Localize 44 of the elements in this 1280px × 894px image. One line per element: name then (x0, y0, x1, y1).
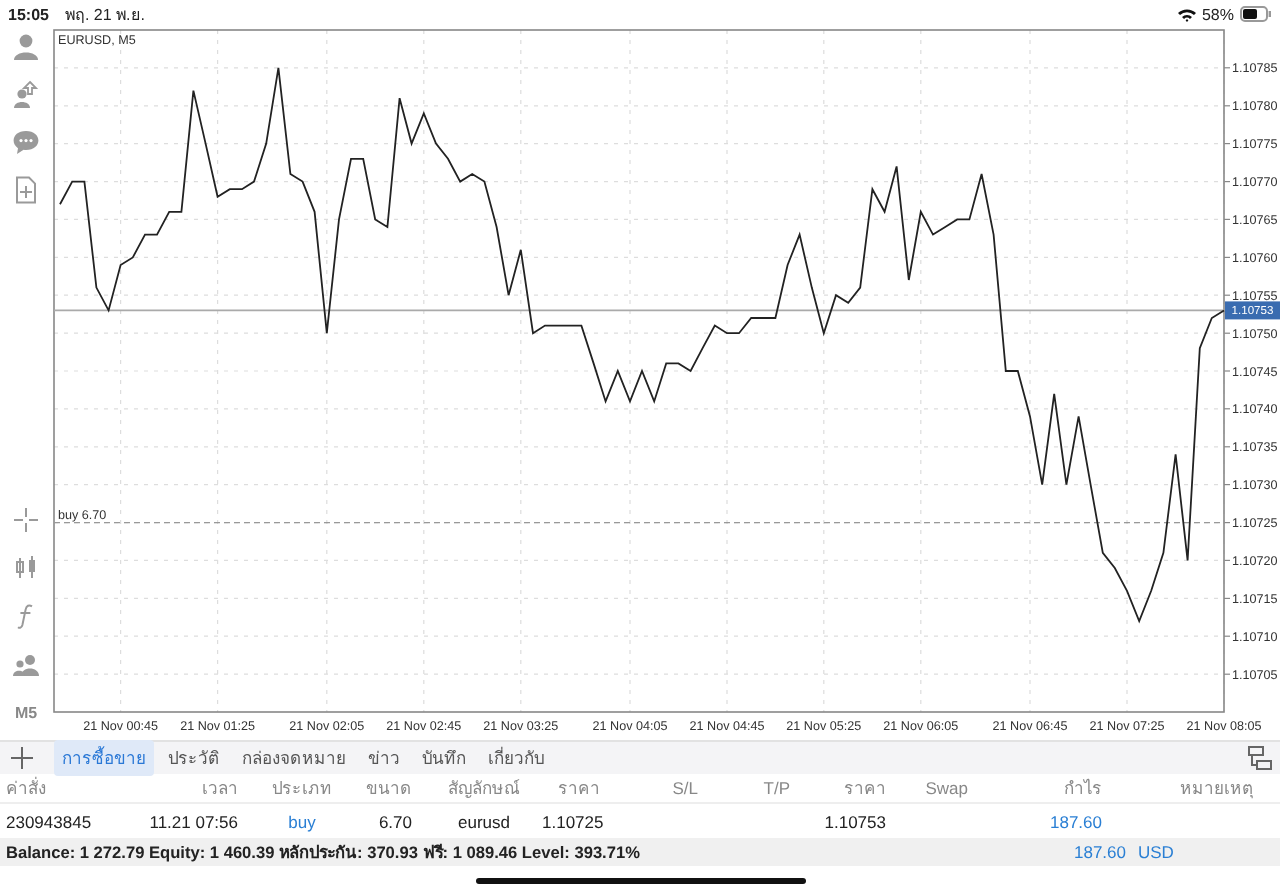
column-header: T/P (761, 778, 792, 798)
table-cell-text: 6.70 (376, 811, 414, 831)
terminal-tab[interactable]: การซื้อขาย (54, 740, 154, 776)
table-cell-text: 230943845 (4, 811, 94, 831)
people-icon[interactable] (12, 650, 40, 678)
person-icon[interactable] (12, 32, 40, 60)
timeframe-label[interactable]: M5 (14, 703, 38, 721)
column-header: สัญลักษณ์ (446, 776, 522, 802)
battery-percent: 58% (1201, 5, 1234, 23)
terminal-tab[interactable]: ประวัติ (160, 740, 228, 776)
document-plus-icon[interactable] (12, 176, 40, 204)
table-cell-text: 11.21 07:56 (147, 811, 240, 831)
chat-icon[interactable] (12, 128, 40, 156)
column-header: ประเภท (270, 776, 334, 802)
crosshair-icon[interactable] (12, 506, 40, 534)
column-header: S/L (670, 778, 700, 798)
column-header: กำไร (1062, 776, 1104, 802)
wifi-icon (1177, 7, 1196, 21)
clock-time: 15:05 (8, 5, 49, 23)
column-header: หมายเหตุ (1178, 776, 1256, 802)
table-cell-text: 1.10725 (540, 811, 606, 831)
column-header: ราคา (556, 776, 602, 802)
candlestick-icon[interactable] (12, 554, 40, 582)
add-icon[interactable] (10, 746, 34, 770)
column-header: ราคา (842, 776, 888, 802)
table-cell-text: buy (286, 811, 318, 831)
currency-label: USD (1138, 842, 1176, 862)
terminal-tab[interactable]: เกี่ยวกับ (480, 740, 552, 776)
terminal-tab[interactable]: ข่าว (360, 740, 408, 776)
column-header: ค่าสั่ง (4, 774, 48, 802)
terminal-tab[interactable]: บันทึก (414, 740, 474, 776)
total-profit: 187.60 (1074, 842, 1126, 862)
column-header: ขนาด (364, 776, 414, 802)
column-header: Swap (923, 778, 970, 798)
table-cell-text: eurusd (456, 811, 512, 831)
layout-icon[interactable] (1248, 746, 1272, 770)
account-summary: Balance: 1 272.79 Equity: 1 460.39 หลักประกัน: 370.93 ฟรี: 1 089.46 Level: 393.71% (6, 840, 642, 866)
battery-icon (1240, 6, 1272, 22)
column-header: เวลา (200, 776, 240, 802)
table-cell-text: 1.10753 (822, 811, 888, 831)
table-cell-text: 187.60 (1048, 811, 1104, 831)
status-date: พฤ. 21 พ.ย. (64, 3, 145, 27)
terminal-tab[interactable]: กล่องจดหมาย (234, 740, 354, 776)
person-arrows-icon[interactable] (12, 80, 40, 108)
